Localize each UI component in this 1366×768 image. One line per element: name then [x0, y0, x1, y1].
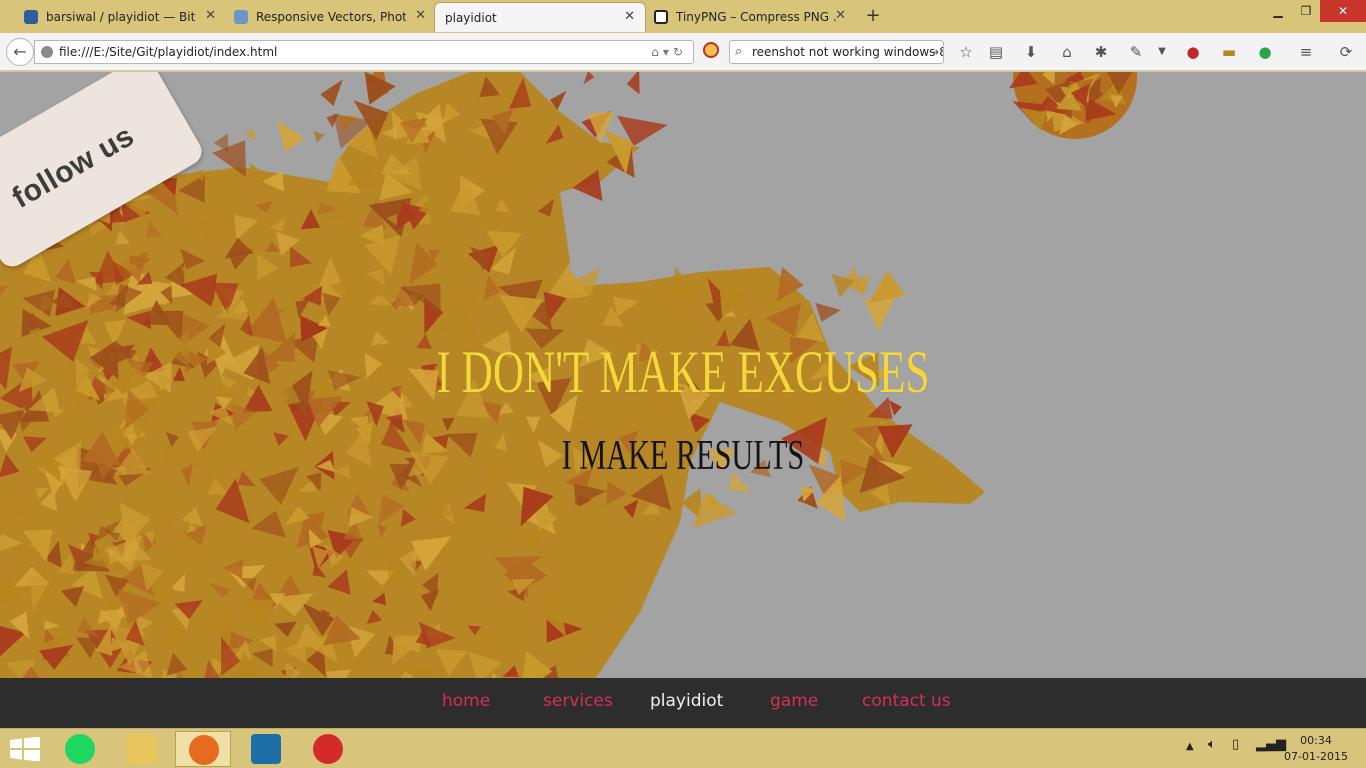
- taskbar-spotify[interactable]: [52, 731, 108, 767]
- site-navigation: home services playidiot game contact us: [0, 678, 1366, 728]
- nav-services[interactable]: services: [543, 691, 613, 711]
- firefox-icon: [189, 735, 219, 765]
- system-clock[interactable]: 00:34 07-01-2015: [1283, 733, 1349, 765]
- tab-title: Responsive Vectors, Photo...: [256, 10, 406, 24]
- restore-icon[interactable]: ❐: [1290, 0, 1322, 22]
- search-value: reenshot not working windows 8: [752, 45, 944, 59]
- brackets-icon: [251, 734, 281, 764]
- show-hidden-icons[interactable]: ▲: [1186, 741, 1194, 752]
- close-window-icon[interactable]: ✕: [1320, 0, 1366, 22]
- reading-list-icon[interactable]: ▤: [986, 42, 1006, 62]
- ruler-icon[interactable]: ▬: [1219, 42, 1239, 62]
- tab-tinypng[interactable]: TinyPNG – Compress PNG ... ✕: [630, 2, 856, 32]
- close-tab-icon[interactable]: ✕: [835, 8, 846, 23]
- noscript-icon[interactable]: [703, 42, 719, 58]
- hero-subline: I MAKE RESULTS: [561, 433, 805, 479]
- volume-icon[interactable]: 🔈︎: [1208, 737, 1216, 752]
- extension-icon[interactable]: ●: [1255, 42, 1275, 62]
- battery-icon[interactable]: ▯: [1232, 737, 1239, 752]
- sync-icon[interactable]: ⟳: [1336, 42, 1356, 62]
- url-actions[interactable]: ⌂▾↻: [651, 41, 687, 63]
- clock-time: 00:34: [1300, 734, 1332, 747]
- app-star-icon: [313, 734, 343, 764]
- tab-strip: barsiwal / playidiot — Bitb... ✕ Respons…: [0, 0, 1366, 33]
- tab-title: TinyPNG – Compress PNG ...: [676, 10, 836, 24]
- nav-playidiot[interactable]: playidiot: [650, 691, 723, 711]
- menu-icon[interactable]: ≡: [1296, 42, 1316, 62]
- bookmark-star-icon[interactable]: ☆: [956, 42, 976, 62]
- download-icon[interactable]: ⬇: [1021, 42, 1041, 62]
- new-tab-button[interactable]: +: [864, 5, 882, 26]
- search-input[interactable]: ⌕ reenshot not working windows 8 →: [729, 40, 944, 64]
- network-icon[interactable]: ▂▄▆: [1256, 737, 1286, 752]
- eyedropper-icon[interactable]: ✎: [1126, 42, 1146, 62]
- taskbar: ▲ 🔈︎ ▯ ▂▄▆ 00:34 07-01-2015: [0, 728, 1366, 768]
- spotify-icon: [65, 734, 95, 764]
- url-text: file:///E:/Site/Git/playidiot/index.html: [59, 45, 278, 59]
- search-icon: ⌕: [735, 44, 743, 59]
- chevron-down-icon[interactable]: ▼: [1152, 42, 1172, 62]
- tab-title: playidiot: [445, 11, 497, 25]
- hero-headline: I DON'T MAKE EXCUSES: [436, 339, 930, 405]
- taskbar-firefox[interactable]: [175, 731, 231, 767]
- panda-icon: [654, 10, 668, 24]
- page-content: follow us I DON'T MAKE EXCUSES I MAKE RE…: [0, 72, 1366, 728]
- adblock-icon[interactable]: ●: [1183, 42, 1203, 62]
- url-bar[interactable]: file:///E:/Site/Git/playidiot/index.html…: [34, 40, 694, 64]
- taskbar-brackets[interactable]: [238, 731, 294, 767]
- image-site-icon: [234, 10, 248, 24]
- windows-start-icon[interactable]: [10, 737, 40, 761]
- nav-home[interactable]: home: [442, 691, 490, 711]
- tab-title: barsiwal / playidiot — Bitb...: [46, 10, 196, 24]
- taskbar-app-star[interactable]: [300, 731, 356, 767]
- tab-playidiot[interactable]: playidiot ✕: [434, 2, 646, 32]
- tab-responsive-vectors[interactable]: Responsive Vectors, Photo... ✕: [210, 2, 436, 32]
- nav-contact-us[interactable]: contact us: [862, 691, 951, 711]
- globe-icon: [41, 46, 53, 58]
- tab-bitbucket[interactable]: barsiwal / playidiot — Bitb... ✕: [0, 2, 226, 32]
- taskbar-file-explorer[interactable]: [114, 731, 170, 767]
- home-icon[interactable]: ⌂: [1057, 42, 1077, 62]
- file-explorer-icon: [127, 734, 157, 764]
- search-go-icon[interactable]: →: [929, 41, 939, 63]
- back-button[interactable]: ←: [6, 38, 34, 66]
- bitbucket-icon: [24, 10, 38, 24]
- clock-date: 07-01-2015: [1284, 750, 1348, 763]
- follow-us-label: follow us: [6, 119, 140, 215]
- nav-game[interactable]: game: [770, 691, 818, 711]
- navigation-toolbar: ← file:///E:/Site/Git/playidiot/index.ht…: [0, 33, 1366, 71]
- close-tab-icon[interactable]: ✕: [415, 8, 426, 23]
- share-icon[interactable]: ✱: [1091, 42, 1111, 62]
